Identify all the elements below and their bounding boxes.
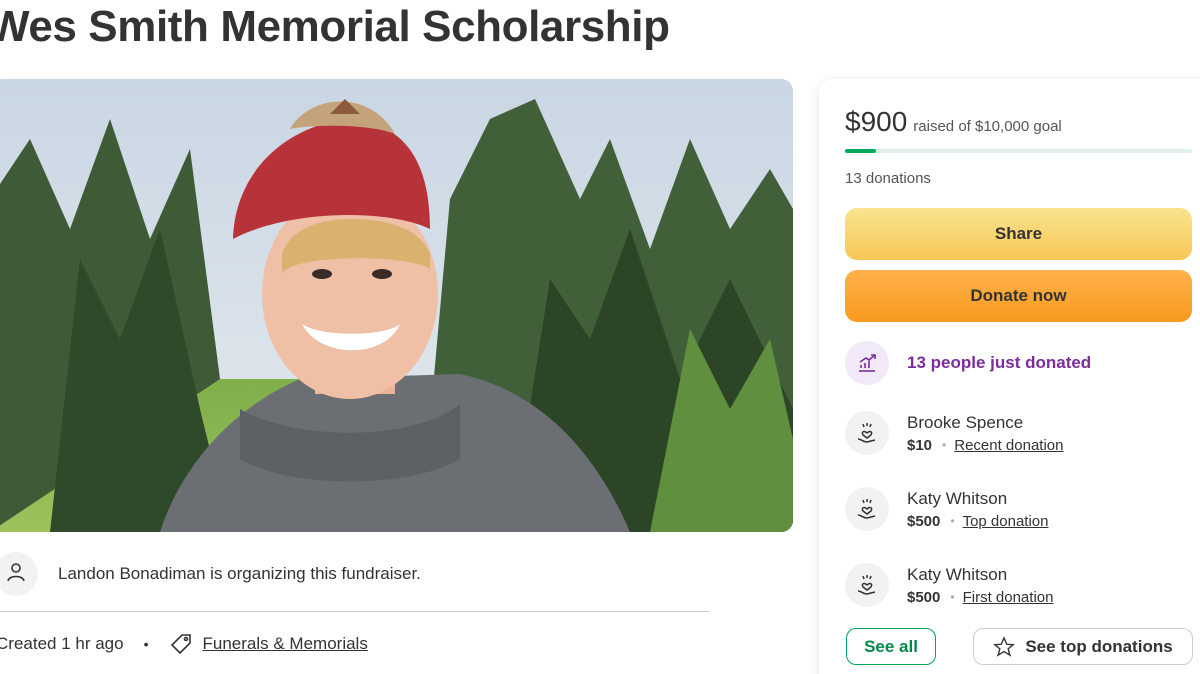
- progress-fill: [845, 149, 877, 153]
- donation-amount: $500: [907, 512, 941, 530]
- created-time: Created 1 hr ago: [0, 634, 124, 653]
- donation-item: Katy Whitson $500 • Top donation: [845, 487, 1048, 531]
- category-link[interactable]: Funerals & Memorials: [203, 634, 368, 654]
- share-button[interactable]: Share: [845, 208, 1192, 260]
- meta-separator: •: [143, 636, 149, 652]
- campaign-meta: Created 1 hr ago • Funerals & Memorials: [0, 632, 368, 656]
- heart-hand-icon: [845, 563, 889, 607]
- organizer-row: Landon Bonadiman is organizing this fund…: [0, 552, 421, 596]
- donation-amount: $10: [907, 436, 933, 454]
- page-title: Wes Smith Memorial Scholarship: [0, 2, 670, 51]
- goal-text: raised of $10,000 goal: [913, 118, 1062, 135]
- heart-hand-icon: [845, 487, 889, 531]
- see-all-button[interactable]: See all: [846, 628, 936, 665]
- raised-summary: $900 raised of $10,000 goal: [845, 106, 1062, 138]
- campaign-photo[interactable]: [0, 79, 793, 532]
- donation-separator: •: [950, 590, 955, 604]
- recent-activity-text: 13 people just donated: [907, 353, 1092, 372]
- trending-up-icon: [845, 341, 889, 385]
- donation-type-link[interactable]: Recent donation: [954, 437, 1063, 454]
- raised-amount: $900: [845, 106, 908, 137]
- donation-type-link[interactable]: Top donation: [963, 513, 1049, 530]
- donations-count: 13 donations: [845, 170, 931, 187]
- organizer-text: Landon Bonadiman is organizing this fund…: [58, 564, 421, 583]
- donation-type-link[interactable]: First donation: [963, 589, 1054, 606]
- donation-item: Katy Whitson $500 • First donation: [845, 563, 1053, 607]
- progress-bar: [845, 149, 1192, 153]
- donation-item: Brooke Spence $10 • Recent donation: [845, 411, 1063, 455]
- donor-name: Katy Whitson: [907, 564, 1008, 584]
- campaign-photo-image: [0, 79, 793, 532]
- organizer-avatar: [0, 552, 38, 596]
- donation-card: $900 raised of $10,000 goal 13 donations…: [819, 79, 1200, 674]
- see-top-donations-label: See top donations: [1025, 636, 1173, 656]
- see-top-donations-button[interactable]: See top donations: [973, 628, 1193, 665]
- donor-name: Brooke Spence: [907, 412, 1024, 432]
- divider: [0, 611, 710, 612]
- tag-icon: [169, 632, 193, 656]
- recent-activity: 13 people just donated: [845, 341, 1091, 385]
- person-icon: [5, 561, 27, 588]
- donate-now-button[interactable]: Donate now: [845, 270, 1192, 322]
- donation-separator: •: [950, 514, 955, 528]
- heart-hand-icon: [845, 411, 889, 455]
- donation-separator: •: [942, 438, 947, 452]
- donor-name: Katy Whitson: [907, 488, 1008, 508]
- star-icon: [993, 635, 1016, 658]
- donation-amount: $500: [907, 588, 941, 606]
